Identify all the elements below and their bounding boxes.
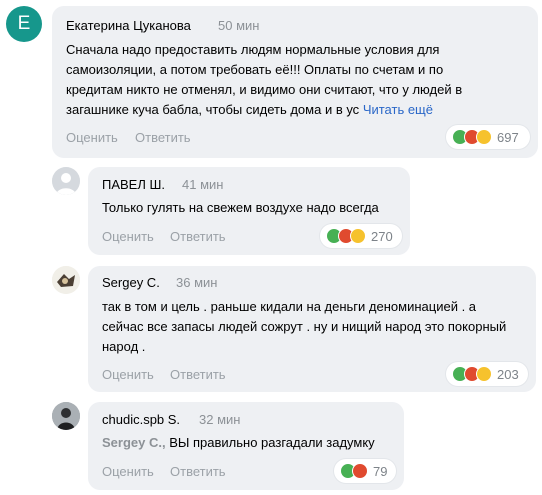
reaction-count: 697 [497, 129, 519, 145]
rate-button[interactable]: Оценить [102, 464, 154, 479]
user-photo-icon [52, 266, 80, 294]
reactions-summary[interactable]: 79 [334, 459, 396, 483]
reply-button[interactable]: Ответить [170, 367, 226, 382]
comment-time: 50 мин [218, 18, 260, 33]
mention-link[interactable]: Sergey C., [102, 435, 166, 450]
comment-text: Сначала надо предоставить людям нормальн… [66, 42, 463, 117]
avatar[interactable] [52, 402, 80, 430]
avatar[interactable] [52, 266, 80, 294]
comment-author[interactable]: chudic.spb S. [102, 412, 180, 427]
comment-time: 32 мин [199, 412, 241, 427]
avatar[interactable] [52, 167, 80, 195]
rate-button[interactable]: Оценить [102, 229, 154, 244]
comment-author[interactable]: Екатерина Цуканова [66, 18, 191, 33]
reply-button[interactable]: Ответить [170, 464, 226, 479]
laugh-icon [350, 228, 366, 244]
comment-text: так в том и цель . раньше кидали на день… [102, 299, 507, 354]
reply-button[interactable]: Ответить [135, 130, 191, 145]
comment-time: 41 мин [182, 177, 224, 192]
user-placeholder-icon [52, 167, 80, 195]
dislike-icon [352, 463, 368, 479]
avatar[interactable]: E [6, 6, 42, 42]
reply-button[interactable]: Ответить [170, 229, 226, 244]
reaction-count: 270 [371, 228, 393, 244]
comment-author[interactable]: ПАВЕЛ Ш. [102, 177, 165, 192]
reactions-summary[interactable]: 270 [320, 224, 402, 248]
comment-text: Sergey C., ВЫ правильно разгадали задумк… [102, 435, 375, 450]
laugh-icon [476, 366, 492, 382]
rate-button[interactable]: Оценить [66, 130, 118, 145]
comment-text: Только гулять на свежем воздухе надо все… [102, 200, 379, 215]
comment-author[interactable]: Sergey C. [102, 275, 160, 290]
reaction-count: 203 [497, 366, 519, 382]
laugh-icon [476, 129, 492, 145]
reaction-count: 79 [373, 463, 388, 479]
rate-button[interactable]: Оценить [102, 367, 154, 382]
user-photo-icon [52, 402, 80, 430]
reactions-summary[interactable]: 697 [446, 125, 530, 149]
read-more-link[interactable]: Читать ещё [363, 102, 433, 117]
reactions-summary[interactable]: 203 [446, 362, 528, 386]
comment-time: 36 мин [176, 275, 218, 290]
